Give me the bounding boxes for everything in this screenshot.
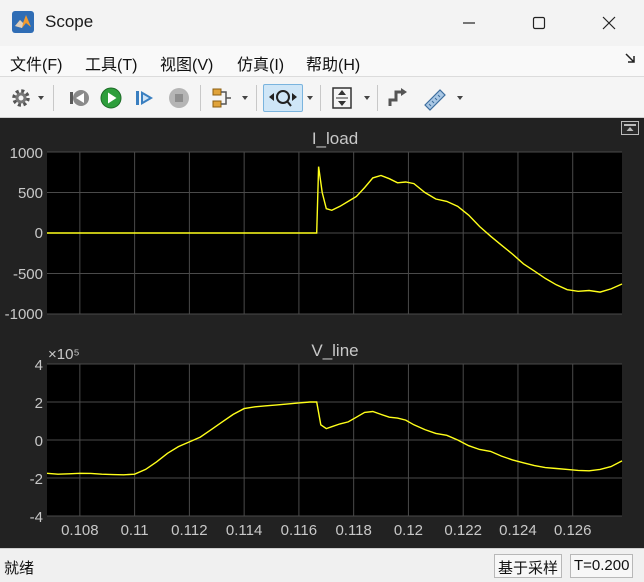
x-tick-label: 0.112 <box>171 522 207 539</box>
x-tick-label: 0.126 <box>554 522 592 539</box>
y-tick-label: -1000 <box>5 306 43 323</box>
title-bar[interactable]: Scope <box>0 0 644 46</box>
scope-plots[interactable]: I_load 1000 500 0 -500 -1000 V_line ×10⁵… <box>0 118 644 548</box>
y-tick-label: 0 <box>35 433 43 450</box>
x-tick-label: 0.108 <box>61 522 99 539</box>
gear-icon <box>12 89 30 107</box>
x-tick-label: 0.124 <box>499 522 537 539</box>
menu-file[interactable]: 文件(F) <box>10 51 62 75</box>
scope-display[interactable]: I_load 1000 500 0 -500 -1000 V_line ×10⁵… <box>0 118 644 548</box>
plot-title-v-line: V_line <box>311 341 358 360</box>
toolbar <box>0 76 644 118</box>
axes-i-load[interactable]: I_load 1000 500 0 -500 -1000 <box>5 129 623 323</box>
measurements-icon <box>424 89 446 111</box>
y-tick-label: -2 <box>30 471 43 488</box>
plot-title-i-load: I_load <box>312 129 358 148</box>
y-tick-label: 0 <box>35 225 43 242</box>
time-indicator: T=0.200 <box>570 554 634 578</box>
x-tick-label: 0.118 <box>335 522 371 539</box>
stop-button[interactable] <box>165 84 193 112</box>
close-button[interactable] <box>574 0 644 46</box>
scope-window: Scope 文件(F) 工具(T) 视图(V) 仿真(I) 帮助(H) I_lo… <box>0 0 644 582</box>
x-tick-label: 0.11 <box>121 522 149 539</box>
status-text: 就绪 <box>4 560 35 577</box>
maximize-icon <box>532 16 546 30</box>
menu-help[interactable]: 帮助(H) <box>306 51 360 75</box>
menu-view[interactable]: 视图(V) <box>160 51 213 75</box>
window-title: Scope <box>45 12 94 31</box>
y-tick-label: 500 <box>18 185 43 202</box>
step-back-button[interactable] <box>65 84 93 112</box>
toolbar-separator <box>200 85 201 111</box>
x-tick-label: 0.114 <box>226 522 262 539</box>
x-tick-label: 0.116 <box>281 522 317 539</box>
undock-arrow-icon[interactable] <box>624 52 636 64</box>
autoscale-button[interactable] <box>328 84 356 112</box>
x-tick-label: 0.12 <box>394 522 423 539</box>
run-button[interactable] <box>97 84 125 112</box>
y-tick-label: 2 <box>35 395 43 412</box>
toolbar-separator <box>377 85 378 111</box>
chevron-down-icon[interactable] <box>306 94 314 102</box>
step-back-icon <box>70 90 89 106</box>
sample-mode-indicator: 基于采样 <box>494 554 563 578</box>
status-bar: 就绪 基于采样 T=0.200 <box>0 548 644 582</box>
zoom-x-icon <box>269 90 297 107</box>
close-icon <box>602 16 616 30</box>
chevron-down-icon[interactable] <box>241 94 249 102</box>
settings-button[interactable] <box>7 84 35 112</box>
y-tick-label: -500 <box>13 266 43 283</box>
undock-plot-icon[interactable] <box>621 121 639 135</box>
y-tick-label: 4 <box>35 357 43 374</box>
measurements-button[interactable] <box>421 84 449 112</box>
menu-tools[interactable]: 工具(T) <box>85 51 137 75</box>
zoom-x-button[interactable] <box>263 84 303 112</box>
chevron-down-icon[interactable] <box>456 94 464 102</box>
triggers-button[interactable] <box>385 84 413 112</box>
toolbar-separator <box>256 85 257 111</box>
y-exponent-label: ×10⁵ <box>48 346 80 363</box>
matlab-icon <box>12 11 34 33</box>
maximize-button[interactable] <box>504 0 574 46</box>
signal-select-button[interactable] <box>208 84 236 112</box>
step-forward-button[interactable] <box>131 84 159 112</box>
menu-bar: 文件(F) 工具(T) 视图(V) 仿真(I) 帮助(H) <box>0 46 644 76</box>
chevron-down-icon[interactable] <box>363 94 371 102</box>
minimize-button[interactable] <box>434 0 504 46</box>
run-icon <box>100 87 122 109</box>
y-tick-label: 1000 <box>10 145 43 162</box>
chevron-down-icon[interactable] <box>37 94 45 102</box>
menu-simulation[interactable]: 仿真(I) <box>237 51 284 75</box>
signal-select-icon <box>212 88 231 108</box>
autoscale-icon <box>332 87 352 109</box>
axes-v-line[interactable]: V_line ×10⁵ 4 2 0 -2 -4 0.108 0.11 0.112 0.… <box>30 341 623 539</box>
toolbar-separator <box>53 85 54 111</box>
minimize-icon <box>463 22 475 24</box>
stop-icon <box>169 88 189 108</box>
y-tick-label: -4 <box>30 509 43 526</box>
toolbar-separator <box>320 85 321 111</box>
step-forward-icon <box>136 91 153 105</box>
x-tick-label: 0.122 <box>444 522 482 539</box>
triggers-icon <box>388 88 407 106</box>
x-tick-labels: 0.108 0.11 0.112 0.114 0.116 0.118 0.12 0.122 0.… <box>61 522 591 539</box>
